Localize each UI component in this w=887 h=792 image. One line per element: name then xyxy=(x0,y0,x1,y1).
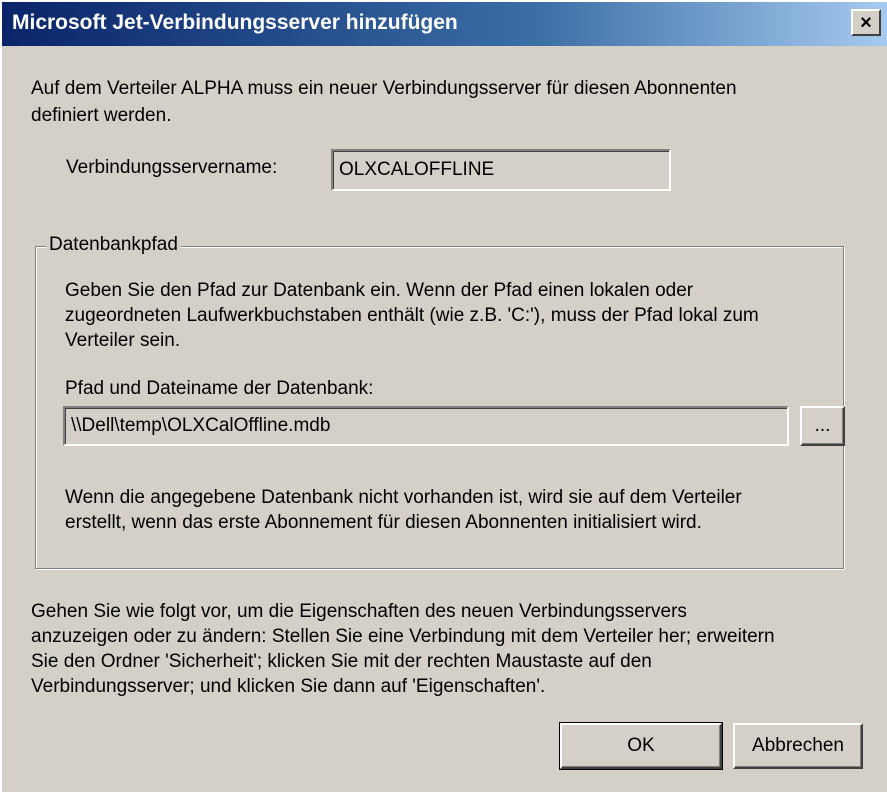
ok-button[interactable]: OK xyxy=(559,722,723,770)
footer-text-line1: Gehen Sie wie folgt vor, um die Eigensch… xyxy=(31,601,687,622)
intro-text-line1: Auf dem Verteiler ALPHA muss ein neuer V… xyxy=(31,78,737,99)
window-title: Microsoft Jet-Verbindungsserver hinzufüg… xyxy=(12,11,458,34)
server-name-label: Verbindungsservername: xyxy=(66,157,278,178)
server-name-field[interactable]: OLXCALOFFLINE xyxy=(331,149,671,191)
footer-text-line2: anzuzeigen oder zu ändern: Stellen Sie e… xyxy=(31,626,775,647)
database-path-label: Pfad und Dateiname der Datenbank: xyxy=(65,378,374,399)
database-desc-line2: zugeordneten Laufwerkbuchstaben enthält … xyxy=(65,305,759,326)
database-note-line1: Wenn die angegebene Datenbank nicht vorh… xyxy=(65,487,742,508)
database-desc-line1: Geben Sie den Pfad zur Datenbank ein. We… xyxy=(65,280,694,301)
database-desc-line3: Verteiler sein. xyxy=(65,330,181,351)
browse-button[interactable]: ... xyxy=(800,406,845,446)
database-note-line2: erstellt, wenn das erste Abonnement für … xyxy=(65,512,702,533)
cancel-button[interactable]: Abbrechen xyxy=(733,723,863,769)
intro-text-line2: definiert werden. xyxy=(31,105,172,126)
database-path-group-label: Datenbankpfad xyxy=(46,233,181,257)
close-icon: × xyxy=(860,11,872,34)
footer-text-line3: Sie den Ordner 'Sicherheit'; klicken Sie… xyxy=(31,651,652,672)
close-button[interactable]: × xyxy=(851,9,881,36)
dialog-window: Microsoft Jet-Verbindungsserver hinzufüg… xyxy=(0,0,887,792)
title-bar[interactable]: Microsoft Jet-Verbindungsserver hinzufüg… xyxy=(2,2,887,46)
footer-text-line4: Verbindungsserver; und klicken Sie dann … xyxy=(31,676,546,697)
database-path-field[interactable]: \\Dell\temp\OLXCalOffline.mdb xyxy=(63,406,789,446)
